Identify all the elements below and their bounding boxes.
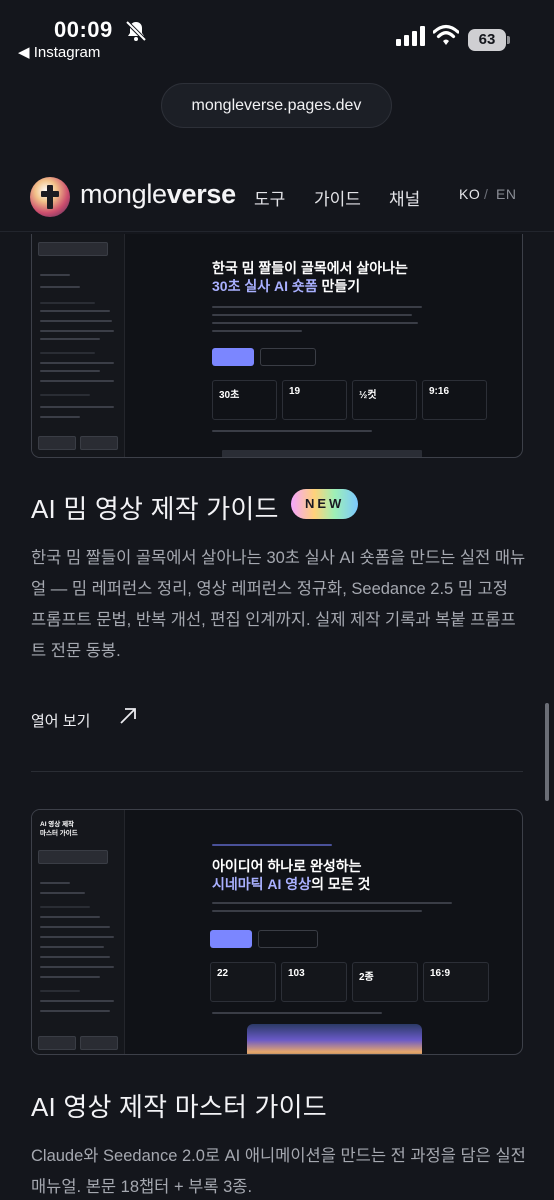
site-header: mongleverse 도구 가이드 채널 KO / EN: [0, 162, 554, 232]
nav-channels[interactable]: 채널: [389, 185, 420, 210]
preview-hero-line-2: 시네마틱 AI 영상의 모든 것: [212, 876, 371, 892]
address-bar[interactable]: mongleverse.pages.dev: [161, 83, 392, 128]
card-description: Claude와 Seedance 2.0로 AI 애니메이션을 만드는 전 과정…: [31, 1147, 526, 1196]
logo-icon[interactable]: [30, 177, 70, 217]
preview-sidebar: [32, 234, 125, 457]
arrow-up-right-icon[interactable]: [119, 707, 137, 725]
card-title[interactable]: AI 영상 제작 마스터 가이드: [31, 1087, 327, 1124]
guide-preview-image[interactable]: AI 영상 제작 마스터 가이드 아이디어 하나로 완성하는 시네마틱 AI 영…: [31, 809, 523, 1055]
divider: [31, 771, 523, 772]
lang-ko[interactable]: KO: [459, 186, 480, 202]
nav-tools[interactable]: 도구: [254, 185, 285, 210]
preview-hero-line-1: 한국 밈 짤들이 골목에서 살아나는: [212, 260, 408, 276]
scrollbar-thumb[interactable]: [545, 703, 549, 801]
preview-sidebar: AI 영상 제작 마스터 가이드: [32, 810, 125, 1054]
card-title[interactable]: AI 밈 영상 제작 가이드: [31, 489, 279, 526]
wifi-icon: [433, 24, 459, 45]
new-badge: NEW: [291, 489, 359, 519]
preview-stat: 9:16: [429, 386, 450, 397]
signal-icon: [396, 26, 425, 46]
lang-separator: /: [484, 186, 489, 202]
clock: 00:09: [54, 17, 113, 42]
battery-level: 63: [468, 29, 506, 51]
guide-preview-image[interactable]: 한국 밈 짤들이 골목에서 살아나는 30초 실사 AI 숏폼 만들기 30초 …: [31, 234, 523, 458]
preview-hero-line-1: 아이디어 하나로 완성하는: [212, 858, 362, 874]
preview-stat: 103: [288, 968, 305, 979]
preview-stat: 22: [217, 968, 229, 979]
open-link[interactable]: 열어 보기: [31, 710, 90, 731]
back-to-instagram-link[interactable]: ◀ Instagram: [18, 43, 100, 61]
bell-slash-icon: [125, 20, 147, 42]
preview-stat: 2종: [359, 972, 374, 983]
card-description: 한국 밈 짤들이 골목에서 살아나는 30초 실사 AI 숏폼을 만드는 실전 …: [31, 549, 526, 660]
battery-icon: 63: [468, 29, 510, 51]
preview-stat: 30초: [219, 390, 240, 401]
preview-stat: 16:9: [430, 968, 451, 979]
brand-name[interactable]: mongleverse: [80, 179, 236, 210]
preview-stat: ½컷: [359, 390, 377, 401]
preview-stat: 19: [289, 386, 301, 397]
preview-side-title: 마스터 가이드: [40, 830, 78, 837]
preview-video-thumbnail: [247, 1024, 422, 1054]
lang-en[interactable]: EN: [496, 186, 516, 202]
preview-hero-line-2: 30초 실사 AI 숏폼 만들기: [212, 278, 361, 294]
status-bar: 00:09 ◀ Instagram 63: [0, 0, 554, 70]
nav-guides[interactable]: 가이드: [314, 185, 361, 210]
